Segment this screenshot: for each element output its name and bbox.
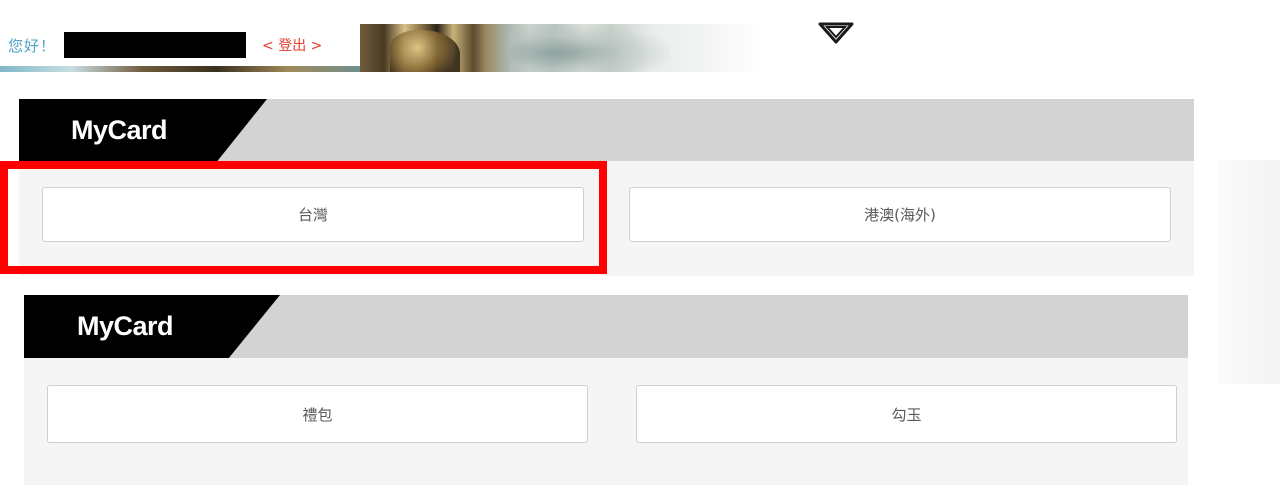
section-body: 台灣 港澳(海外) — [19, 161, 1194, 276]
side-panel — [1218, 160, 1280, 384]
option-label: 禮包 — [302, 405, 333, 424]
section-header: MyCard — [19, 99, 1194, 161]
option-button-taiwan[interactable]: 台灣 — [42, 187, 584, 242]
option-button-hk-macau-overseas[interactable]: 港澳(海外) — [629, 187, 1171, 242]
payment-section-item: MyCard 禮包 勾玉 — [24, 295, 1188, 485]
logout-link[interactable]: < 登出 > — [262, 35, 322, 55]
option-label: 勾玉 — [891, 405, 922, 424]
option-label: 港澳(海外) — [864, 206, 936, 224]
option-button-gift-pack[interactable]: 禮包 — [47, 385, 588, 443]
section-title: MyCard — [77, 311, 174, 341]
payment-section-region: MyCard 台灣 港澳(海外) — [19, 99, 1194, 276]
emblem-icon — [818, 22, 854, 44]
banner-artwork — [360, 24, 765, 72]
section-body: 禮包 勾玉 — [24, 358, 1188, 485]
option-button-magatama[interactable]: 勾玉 — [636, 385, 1177, 443]
section-header: MyCard — [24, 295, 1188, 358]
page: 您好！ < 登出 > MyCard 台灣 港澳(海外) MyCard 禮包 勾玉 — [0, 0, 1280, 500]
username-redacted — [64, 32, 247, 58]
greeting-text: 您好！ — [8, 36, 57, 55]
option-label: 台灣 — [297, 206, 328, 224]
section-title: MyCard — [71, 115, 168, 145]
login-info-bar: 您好！ < 登出 > — [0, 24, 360, 66]
